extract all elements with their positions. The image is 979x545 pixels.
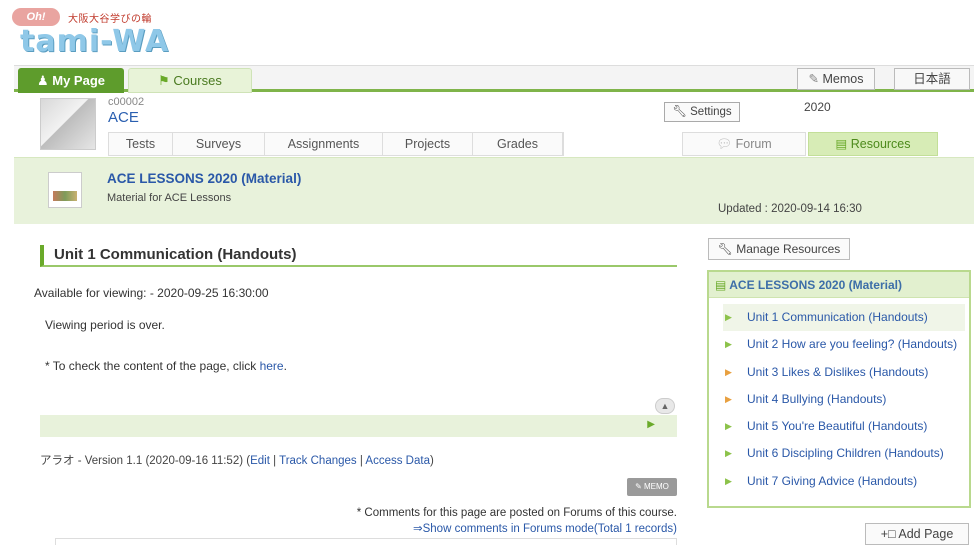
list-item-label: Unit 7 Giving Advice (Handouts): [747, 473, 918, 488]
list-item-label: Unit 3 Likes & Dislikes (Handouts): [747, 364, 929, 379]
top-navigation: ♟ My Page ⚑ Courses ✎ Memos 日本語: [14, 65, 974, 93]
site-logo[interactable]: Oh! 大阪大谷学びの輪 tami-WA: [12, 6, 222, 59]
settings-button[interactable]: 🔧︎ Settings: [664, 102, 740, 122]
version-prefix: アラオ - Version 1.1 (2020-09-16 11:52) (: [40, 455, 251, 467]
play-icon: ▶: [647, 419, 655, 430]
material-title[interactable]: ACE LESSONS 2020 (Material): [107, 171, 301, 186]
list-item[interactable]: ▶ Unit 1 Communication (Handouts): [723, 304, 965, 332]
course-name[interactable]: ACE: [108, 109, 139, 126]
manage-resources-button[interactable]: 🔧︎ Manage Resources: [708, 238, 850, 260]
arrow-icon: ▶: [725, 475, 732, 486]
here-link[interactable]: here: [260, 359, 284, 373]
course-year: 2020: [804, 100, 831, 114]
course-thumbnail: [40, 98, 96, 150]
list-item[interactable]: ▶ Unit 2 How are you feeling? (Handouts): [709, 331, 969, 358]
edit-link[interactable]: Edit: [250, 455, 270, 467]
book-icon: ▤: [715, 278, 727, 292]
material-thumbnail: [48, 172, 82, 208]
resources-list: ▶ Unit 1 Communication (Handouts) ▶ Unit 2…: [709, 298, 969, 495]
tab-my-page-label: My Page: [52, 73, 106, 88]
tab-my-page[interactable]: ♟ My Page: [18, 68, 124, 93]
viewing-period-text: Viewing period is over.: [45, 318, 165, 332]
memo-button[interactable]: ✎ MEMO: [627, 478, 677, 496]
version-suffix: ): [429, 455, 434, 467]
course-header: c00002 ACE 🔧︎ Settings 2020 Tests Survey…: [40, 94, 974, 156]
page-title: Unit 1 Communication (Handouts): [40, 245, 677, 267]
tab-courses[interactable]: ⚑ Courses: [128, 68, 252, 93]
arrow-icon: ▶: [725, 421, 732, 432]
add-page-icon: +□: [880, 527, 896, 541]
material-updated: Updated : 2020-09-14 16:30: [718, 203, 862, 215]
tab-resources-label: Resources: [850, 137, 911, 151]
courses-icon: ⚑: [158, 73, 170, 88]
list-item[interactable]: ▶ Unit 6 Discipling Children (Handouts): [709, 440, 969, 467]
list-item-label: Unit 4 Bullying (Handouts): [747, 391, 887, 406]
list-item-label: Unit 1 Communication (Handouts): [747, 310, 928, 324]
content-bar: ▶: [40, 415, 677, 437]
arrow-icon: ▶: [725, 448, 732, 459]
memos-label: Memos: [822, 72, 864, 86]
memo-label: MEMO: [644, 482, 669, 491]
check-prefix: * To check the content of the page, clic…: [45, 359, 260, 373]
material-description: Material for ACE Lessons: [107, 192, 232, 204]
access-data-link[interactable]: Access Data: [365, 455, 430, 467]
list-item[interactable]: ▶ Unit 7 Giving Advice (Handouts): [709, 468, 969, 495]
book-icon: ▤: [835, 137, 848, 151]
user-icon: ♟: [36, 73, 49, 88]
list-item[interactable]: ▶ Unit 5 You're Beautiful (Handouts): [709, 413, 969, 440]
resources-box-title: ACE LESSONS 2020 (Material): [729, 278, 902, 292]
list-item-label: Unit 5 You're Beautiful (Handouts): [747, 419, 928, 434]
show-comments-link[interactable]: ⇒Show comments in Forums mode(Total 1 re…: [413, 521, 677, 535]
resources-box-header[interactable]: ▤ ACE LESSONS 2020 (Material): [709, 272, 969, 298]
settings-label: Settings: [690, 106, 732, 118]
track-changes-link[interactable]: Track Changes: [279, 455, 357, 467]
availability-text: Available for viewing: - 2020-09-25 16:3…: [34, 286, 269, 300]
memo-icon: ✎: [808, 72, 819, 86]
course-code: c00002: [108, 96, 145, 108]
logo-name: tami-WA: [20, 24, 170, 59]
comments-frame: [55, 538, 677, 545]
memos-button[interactable]: ✎ Memos: [797, 68, 875, 90]
tab-assignments[interactable]: Assignments: [265, 133, 383, 155]
arrow-icon: ▶: [725, 366, 732, 377]
scroll-top-button[interactable]: ▲: [655, 398, 675, 414]
list-item[interactable]: ▶ Unit 3 Likes & Dislikes (Handouts): [709, 359, 969, 386]
tab-surveys[interactable]: Surveys: [173, 133, 265, 155]
tab-grades[interactable]: Grades: [473, 133, 563, 155]
check-suffix: .: [283, 359, 287, 373]
tab-courses-label: Courses: [173, 73, 222, 88]
course-subtabs: Tests Surveys Assignments Projects Grade…: [108, 132, 564, 156]
resources-box: ▤ ACE LESSONS 2020 (Material) ▶ Unit 1 Co…: [707, 270, 971, 508]
arrow-icon: ▶: [725, 339, 732, 350]
version-info: アラオ - Version 1.1 (2020-09-16 11:52) (Ed…: [40, 455, 434, 467]
arrow-icon: ▶: [725, 312, 732, 322]
wrench-icon: 🔧︎: [672, 106, 687, 118]
wrench-icon: 🔧︎: [717, 242, 733, 256]
add-page-label: Add Page: [898, 527, 954, 541]
logo-subtitle: 大阪大谷学びの輪: [68, 14, 152, 25]
list-item-label: Unit 2 How are you feeling? (Handouts): [747, 337, 958, 352]
arrow-icon: ▶: [725, 393, 732, 404]
tab-tests[interactable]: Tests: [109, 133, 173, 155]
comments-note: * Comments for this page are posted on F…: [356, 507, 677, 519]
language-button[interactable]: 日本語: [894, 68, 970, 90]
tab-projects[interactable]: Projects: [383, 133, 473, 155]
material-banner: ACE LESSONS 2020 (Material) Material for…: [14, 157, 974, 224]
manage-resources-label: Manage Resources: [736, 242, 841, 256]
tab-forum[interactable]: 💬︎ Forum: [682, 132, 806, 156]
list-item-label: Unit 6 Discipling Children (Handouts): [747, 446, 944, 461]
tab-resources[interactable]: ▤ Resources: [808, 132, 938, 156]
forum-icon: 💬︎: [716, 137, 733, 151]
add-page-button[interactable]: +□ Add Page: [865, 523, 969, 545]
list-item[interactable]: ▶ Unit 4 Bullying (Handouts): [709, 386, 969, 413]
check-content-text: * To check the content of the page, clic…: [45, 359, 287, 373]
tab-forum-label: Forum: [735, 137, 772, 151]
